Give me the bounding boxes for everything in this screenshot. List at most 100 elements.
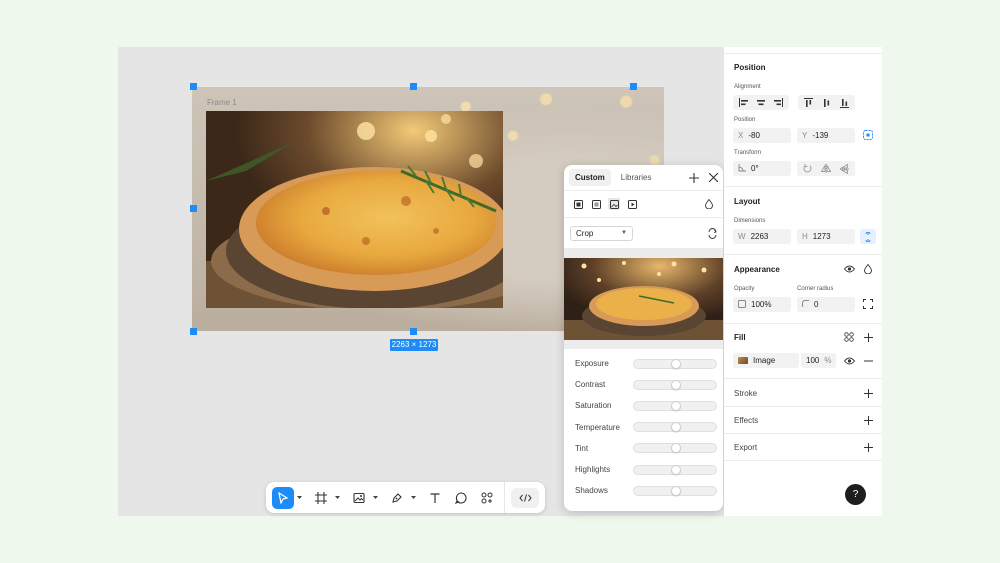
y-position-input[interactable]: Y -139: [797, 128, 855, 143]
corner-radius-value: 0: [814, 300, 819, 309]
add-stroke-icon[interactable]: [861, 386, 875, 400]
slider-row-temperature: Temperature: [564, 417, 723, 438]
slider-thumb[interactable]: [671, 379, 681, 390]
saturation-slider[interactable]: [633, 400, 717, 411]
image-tool-caret[interactable]: [370, 487, 380, 509]
add-effect-icon[interactable]: [861, 413, 875, 427]
slider-thumb[interactable]: [671, 443, 681, 454]
contrast-slider[interactable]: [633, 379, 717, 390]
slider-label: Highlights: [575, 465, 611, 475]
slider-thumb[interactable]: [671, 464, 681, 475]
frame-tool-caret[interactable]: [332, 487, 342, 509]
x-position-input[interactable]: X -80: [733, 128, 791, 143]
tab-libraries[interactable]: Libraries: [615, 169, 658, 186]
scale-mode-select[interactable]: Crop ▼: [570, 225, 633, 241]
opacity-input[interactable]: 100%: [733, 297, 791, 312]
code-icon: [518, 493, 532, 502]
resize-handle-left[interactable]: [190, 205, 197, 212]
code-tool-button[interactable]: [511, 487, 539, 508]
pen-tool-caret[interactable]: [408, 487, 418, 509]
fill-section-title: Fill: [734, 333, 746, 342]
transform-label: Transform: [734, 150, 762, 156]
width-input[interactable]: W 2263: [733, 229, 791, 244]
droplet-icon[interactable]: [861, 262, 875, 276]
align-middle-icon[interactable]: [822, 98, 831, 108]
tint-slider[interactable]: [633, 443, 717, 454]
slider-row-saturation: Saturation: [564, 395, 723, 416]
gradient-fill-icon[interactable]: [590, 198, 602, 210]
image-fill-icon[interactable]: [608, 198, 620, 210]
eye-icon[interactable]: [842, 262, 856, 276]
lock-aspect-ratio-icon[interactable]: [860, 229, 876, 244]
x-prefix: X: [738, 131, 744, 140]
image-tool-button[interactable]: [348, 487, 370, 509]
fill-visibility-eye-icon[interactable]: [842, 354, 856, 368]
independent-corners-icon[interactable]: [861, 297, 875, 311]
align-left-icon[interactable]: [738, 98, 749, 107]
video-fill-icon[interactable]: [626, 198, 638, 210]
select-tool-button[interactable]: [272, 486, 294, 509]
tab-custom[interactable]: Custom: [569, 169, 611, 186]
x-value: -80: [748, 131, 760, 140]
exposure-slider[interactable]: [633, 358, 717, 369]
slider-row-highlights: Highlights: [564, 459, 723, 480]
shadows-slider[interactable]: [633, 485, 717, 496]
slider-thumb[interactable]: [671, 422, 681, 433]
pizza-image[interactable]: [206, 111, 503, 308]
bottom-toolbar: [266, 482, 545, 513]
resize-handle-top-right[interactable]: [630, 83, 637, 90]
select-tool-caret[interactable]: [294, 487, 304, 509]
align-right-icon[interactable]: [773, 98, 784, 107]
frame-tool-button[interactable]: [310, 487, 332, 509]
components-tool-button[interactable]: [476, 487, 498, 509]
comment-tool-button[interactable]: [450, 487, 472, 509]
fill-image-row[interactable]: Image: [733, 353, 799, 368]
rotation-value: 0°: [751, 164, 759, 173]
section-divider: [724, 378, 882, 379]
add-icon[interactable]: [689, 172, 699, 183]
align-center-horizontal-icon[interactable]: [756, 98, 766, 107]
align-bottom-icon[interactable]: [839, 98, 849, 108]
constraints-icon[interactable]: [861, 128, 875, 142]
image-fill-popover: Custom Libraries Crop ▼ Exposure Contras…: [564, 165, 723, 511]
resize-handle-bottom-left[interactable]: [190, 328, 197, 335]
slider-thumb[interactable]: [671, 358, 681, 369]
frame-label[interactable]: Frame 1: [207, 98, 237, 107]
styles-grid-icon[interactable]: [842, 330, 856, 344]
close-icon[interactable]: [709, 173, 718, 182]
align-top-icon[interactable]: [804, 97, 814, 108]
help-button[interactable]: ?: [845, 484, 866, 505]
rotate-image-icon[interactable]: [708, 227, 717, 239]
flip-horizontal-icon[interactable]: [820, 164, 831, 173]
transform-actions-group: [797, 161, 855, 176]
rotation-input[interactable]: 0°: [733, 161, 791, 176]
resize-handle-bottom[interactable]: [410, 328, 417, 335]
solid-fill-icon[interactable]: [572, 198, 584, 210]
droplet-icon[interactable]: [703, 198, 715, 210]
remove-fill-icon[interactable]: [861, 354, 875, 368]
pen-tool-button[interactable]: [386, 487, 408, 509]
slider-thumb[interactable]: [671, 400, 681, 411]
rotate-90-icon[interactable]: [803, 164, 812, 173]
components-icon: [481, 492, 493, 503]
corner-radius-input[interactable]: 0: [797, 297, 855, 312]
resize-handle-top-left[interactable]: [190, 83, 197, 90]
add-fill-icon[interactable]: [861, 330, 875, 344]
w-value: 2263: [750, 232, 769, 241]
chevron-down-icon: [334, 495, 340, 499]
fill-opacity-input[interactable]: 100 %: [801, 353, 836, 368]
image-preview[interactable]: [564, 258, 723, 340]
dimensions-label: Dimensions: [734, 218, 766, 224]
add-export-icon[interactable]: [861, 440, 875, 454]
chevron-down-icon: ▼: [621, 230, 627, 236]
position-label: Position: [734, 117, 756, 123]
scale-mode-value: Crop: [576, 228, 594, 238]
slider-thumb[interactable]: [671, 485, 681, 496]
flip-vertical-icon[interactable]: [839, 163, 849, 174]
pen-icon: [392, 492, 402, 503]
highlights-slider[interactable]: [633, 464, 717, 475]
resize-handle-top[interactable]: [410, 83, 417, 90]
height-input[interactable]: H 1273: [797, 229, 855, 244]
temperature-slider[interactable]: [633, 422, 717, 433]
text-tool-button[interactable]: [424, 487, 446, 509]
